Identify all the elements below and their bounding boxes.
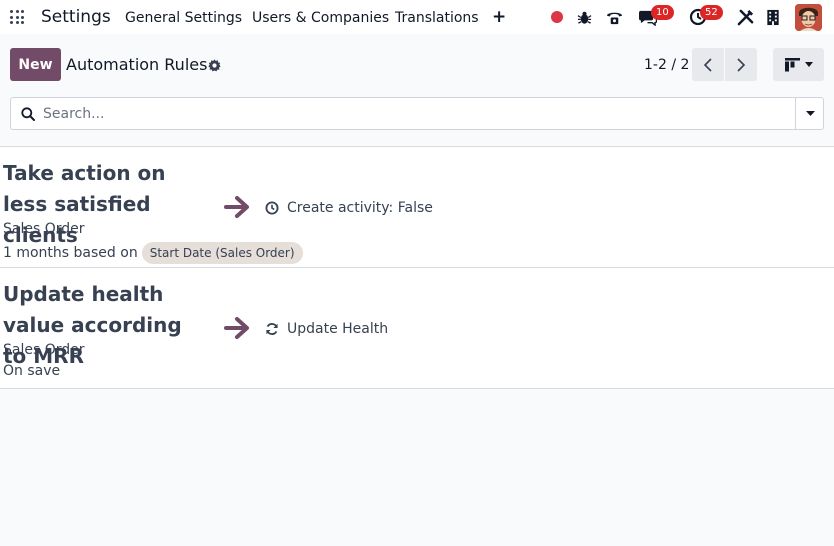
bug-icon[interactable] [577,8,592,26]
search-icon [21,106,35,125]
search-input[interactable] [41,98,791,129]
gear-icon[interactable] [208,57,221,76]
menu-users-companies[interactable]: Users & Companies [252,10,389,26]
trigger-field-tag: Start Date (Sales Order) [141,242,303,264]
top-navbar: Settings General Settings Users & Compan… [0,0,834,34]
tools-icon[interactable] [737,8,754,26]
automation-rule-card[interactable]: Take action on less satisfied clients Sa… [0,147,834,268]
search-bar [10,97,824,130]
rule-action: Update Health [265,321,388,337]
rule-model: Sales Order [3,221,85,237]
arrow-right-icon [224,195,251,223]
add-menu-icon[interactable]: + [492,7,506,27]
rule-name: Take action on less satisfied clients [3,161,166,247]
record-icon[interactable] [551,11,563,23]
app-menu-icon[interactable] [10,10,24,24]
pager-previous-button[interactable] [692,48,724,81]
pager-next-button[interactable] [725,48,757,81]
activity-count-badge: 52 [700,5,723,20]
rule-trigger: 1 months based on Start Date (Sales Orde… [3,242,303,264]
chat-count-badge: 10 [651,5,674,20]
chevron-right-icon [737,57,746,72]
automation-rule-list: Take action on less satisfied clients Sa… [0,146,834,389]
caret-down-icon [805,111,815,116]
rule-model: Sales Order [3,342,85,358]
rule-action-label: Update Health [287,321,389,337]
automation-rule-card[interactable]: Update health value according to MRR Sal… [0,268,834,389]
clock-icon [265,201,279,215]
arrow-right-icon [224,316,251,344]
pager-value[interactable]: 1-2 / 2 [644,57,689,73]
kanban-icon [784,57,800,71]
trigger-text: On save [3,363,61,379]
menu-general-settings[interactable]: General Settings [125,10,242,26]
kanban-view-switcher[interactable] [773,48,824,81]
chevron-left-icon [703,57,712,72]
rule-trigger: On save [3,363,60,379]
refresh-icon [266,323,278,335]
rule-action-label: Create activity: False [287,200,433,216]
rule-name: Update health value according to MRR [3,282,182,368]
rule-action: Create activity: False [265,200,433,216]
new-button[interactable]: New [10,48,61,81]
page-title: Automation Rules [66,55,208,74]
user-avatar[interactable] [795,4,822,31]
building-icon[interactable] [766,8,780,26]
caret-down-icon [804,62,813,67]
menu-translations[interactable]: Translations [395,10,479,26]
app-brand[interactable]: Settings [41,7,111,27]
phone-icon[interactable] [605,8,624,26]
trigger-text: 1 months based on [3,245,138,261]
search-options-toggle[interactable] [795,98,824,129]
